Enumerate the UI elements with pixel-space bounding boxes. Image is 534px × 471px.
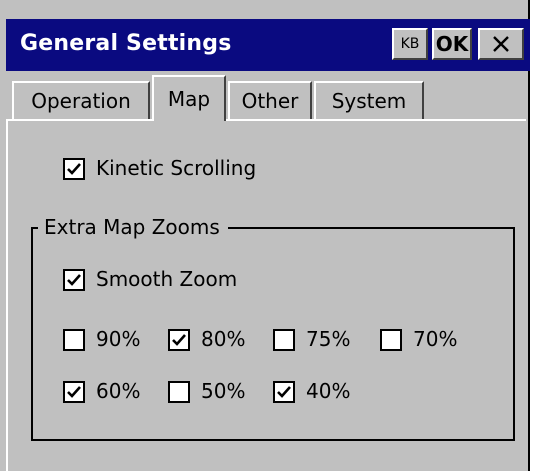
zoom-50-label: 50% [201,379,246,403]
tab-operation[interactable]: Operation [12,81,150,119]
close-icon [493,36,509,52]
zoom-75-checkbox[interactable] [273,329,295,351]
check-icon [67,274,81,286]
tab-system[interactable]: System [314,81,424,119]
title-bar: General Settings KB OK [6,19,530,71]
zoom-40-checkbox[interactable] [273,381,295,403]
zoom-90-checkbox[interactable] [63,329,85,351]
tab-strip: Operation Map Other System [6,75,530,121]
kinetic-scrolling-checkbox[interactable] [63,158,85,180]
zoom-70-checkbox[interactable] [380,329,402,351]
check-icon [67,163,81,175]
tab-other[interactable]: Other [228,81,312,119]
zoom-60-label: 60% [96,379,141,403]
extra-map-zooms-legend: Extra Map Zooms [38,215,228,239]
zoom-75-label: 75% [306,327,351,351]
kinetic-scrolling-label: Kinetic Scrolling [96,156,257,180]
smooth-zoom-label: Smooth Zoom [96,267,238,291]
settings-window: General Settings KB OK Operation Map Oth… [0,0,530,471]
check-icon [277,386,291,398]
zoom-40-label: 40% [306,379,351,403]
zoom-70-label: 70% [413,327,458,351]
tab-map[interactable]: Map [152,75,226,121]
ok-button[interactable]: OK [432,28,472,60]
zoom-80-checkbox[interactable] [168,329,190,351]
keyboard-button[interactable]: KB [392,28,428,60]
window-title: General Settings [20,31,232,56]
check-icon [172,334,186,346]
smooth-zoom-checkbox[interactable] [63,269,85,291]
zoom-90-label: 90% [96,327,141,351]
zoom-80-label: 80% [201,327,246,351]
zoom-50-checkbox[interactable] [168,381,190,403]
close-button[interactable] [478,28,524,60]
zoom-60-checkbox[interactable] [63,381,85,403]
check-icon [67,386,81,398]
